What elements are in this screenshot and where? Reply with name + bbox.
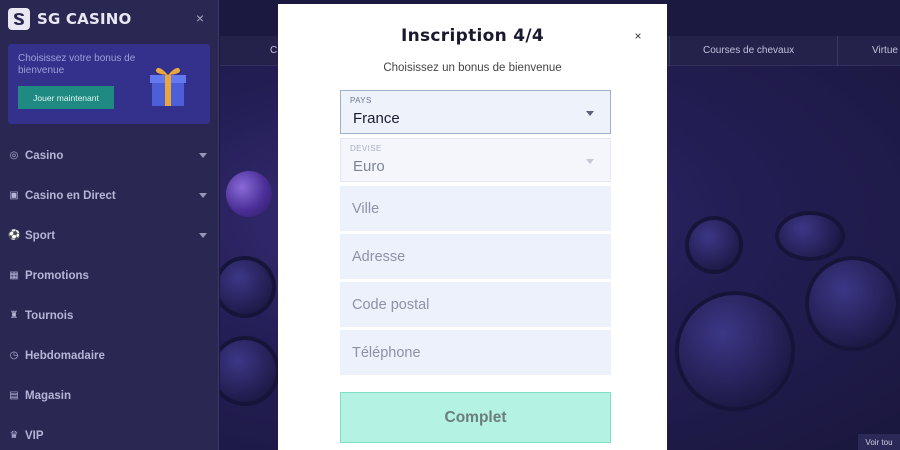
modal-subtitle: Choisissez un bonus de bienvenue xyxy=(383,62,562,74)
chip-decoration xyxy=(220,256,276,318)
chevron-down-icon[interactable] xyxy=(199,153,207,158)
crown-icon: ♛ xyxy=(9,430,19,441)
gift-box-icon xyxy=(148,64,188,108)
sidebar-item-tournois[interactable]: ♜ Tournois xyxy=(0,296,219,336)
cherry-decoration xyxy=(226,171,272,217)
sidebar: SG CASINO × Choisissez votre bonus de bi… xyxy=(0,0,219,450)
currency-select: Devise Euro xyxy=(340,138,611,182)
sidebar-item-vip[interactable]: ♛ VIP xyxy=(0,416,219,450)
logo-text: SG CASINO xyxy=(37,10,132,28)
logo[interactable]: SG CASINO × xyxy=(8,7,214,31)
chip-decoration xyxy=(805,256,900,351)
sidebar-item-magasin[interactable]: ▤ Magasin xyxy=(0,376,219,416)
sidebar-item-label: Hebdomadaire xyxy=(25,350,105,362)
sidebar-item-sport[interactable]: ⚽ Sport xyxy=(0,216,219,256)
sidebar-item-label: Casino xyxy=(25,150,64,162)
chevron-down-icon[interactable] xyxy=(199,193,207,198)
sidebar-item-hebdomadaire[interactable]: ◷ Hebdomadaire xyxy=(0,336,219,376)
sidebar-item-casino[interactable]: ◎ Casino xyxy=(0,136,219,176)
play-now-button[interactable]: Jouer maintenant xyxy=(18,86,114,109)
top-nav-divider xyxy=(669,36,670,66)
top-nav-divider xyxy=(837,36,838,66)
promo-text: Choisissez votre bonus de bienvenue xyxy=(18,53,136,76)
gift-icon: ▦ xyxy=(9,270,19,281)
welcome-bonus-banner: Choisissez votre bonus de bienvenue Joue… xyxy=(8,44,210,124)
top-nav-item-virtual[interactable]: Virtue xyxy=(872,45,898,56)
country-select[interactable]: Pays France xyxy=(340,90,611,134)
sg-logo-icon xyxy=(8,8,30,30)
trophy-icon: ♜ xyxy=(9,310,19,321)
chip-decoration xyxy=(775,211,845,261)
registration-modal: Inscription 4/4 × Choisissez un bonus de… xyxy=(278,4,667,450)
live-casino-icon: ▣ xyxy=(9,190,19,201)
sidebar-item-label: Tournois xyxy=(25,310,74,322)
sidebar-item-label: Sport xyxy=(25,230,56,242)
sidebar-item-label: Magasin xyxy=(25,390,72,402)
close-modal-icon[interactable]: × xyxy=(630,28,646,44)
phone-input[interactable] xyxy=(340,330,611,375)
sidebar-item-label: Promotions xyxy=(25,270,89,282)
close-sidebar-icon[interactable]: × xyxy=(192,9,208,27)
top-nav-item-partial[interactable]: C xyxy=(270,45,277,56)
sidebar-nav: ◎ Casino ▣ Casino en Direct ⚽ Sport ▦ Pr… xyxy=(0,136,219,450)
see-all-button[interactable]: Voir tou xyxy=(858,434,900,450)
address-input[interactable] xyxy=(340,234,611,279)
chevron-down-icon xyxy=(586,111,594,116)
country-label: Pays xyxy=(350,96,372,105)
currency-label: Devise xyxy=(350,144,382,153)
chip-decoration xyxy=(675,291,795,411)
stopwatch-icon: ◷ xyxy=(9,350,19,361)
shopping-bag-icon: ▤ xyxy=(9,390,19,401)
chip-decoration xyxy=(220,336,280,406)
postal-code-input[interactable] xyxy=(340,282,611,327)
sidebar-item-label: Casino en Direct xyxy=(25,190,116,202)
chevron-down-icon[interactable] xyxy=(199,233,207,238)
complete-button[interactable]: Complet xyxy=(340,392,611,443)
sidebar-item-label: VIP xyxy=(25,430,44,442)
chip-decoration xyxy=(685,216,743,274)
city-input[interactable] xyxy=(340,186,611,231)
top-nav-item-horse-racing[interactable]: Courses de chevaux xyxy=(703,45,794,56)
country-value: France xyxy=(353,110,400,127)
casino-chip-icon: ◎ xyxy=(9,150,19,161)
currency-value: Euro xyxy=(353,158,385,175)
sidebar-item-live-casino[interactable]: ▣ Casino en Direct xyxy=(0,176,219,216)
sidebar-item-promotions[interactable]: ▦ Promotions xyxy=(0,256,219,296)
chevron-down-icon xyxy=(586,159,594,164)
soccer-ball-icon: ⚽ xyxy=(8,230,21,241)
modal-title: Inscription 4/4 xyxy=(400,26,545,46)
